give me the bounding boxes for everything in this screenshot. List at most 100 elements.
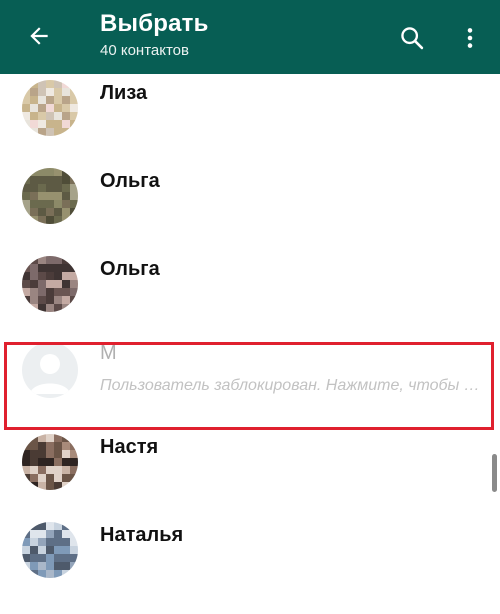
avatar-pixel <box>70 546 78 554</box>
avatar-pixel <box>30 304 38 312</box>
avatar-pixel <box>62 522 70 530</box>
avatar-pixel <box>62 530 70 538</box>
avatar-pixel <box>54 296 62 304</box>
avatar-pixel <box>38 474 46 482</box>
avatar-pixel <box>46 522 54 530</box>
contact-row[interactable]: Наталья <box>0 504 500 592</box>
avatar-pixel <box>46 482 54 490</box>
avatar-pixel <box>54 208 62 216</box>
back-button[interactable] <box>22 19 56 53</box>
contact-row[interactable]: Лиза <box>0 74 500 150</box>
avatar-pixel <box>54 442 62 450</box>
avatar-pixel <box>38 288 46 296</box>
avatar-pixel <box>46 304 54 312</box>
avatar-pixel <box>38 280 46 288</box>
contact-row[interactable]: Ольга <box>0 238 500 326</box>
avatar-pixel <box>54 264 62 272</box>
avatar-pixel <box>38 466 46 474</box>
avatar-pixel <box>30 482 38 490</box>
avatar-pixel <box>62 434 70 442</box>
avatar-pixel <box>46 256 54 264</box>
avatar-pixel <box>54 280 62 288</box>
avatar-pixel <box>30 192 38 200</box>
avatar-pixel <box>54 522 62 530</box>
avatar-pixel <box>70 450 78 458</box>
avatar-pixel <box>62 264 70 272</box>
avatar-pixel <box>22 256 30 264</box>
avatar-pixel <box>38 442 46 450</box>
avatar-pixel <box>62 104 70 112</box>
contact-name: М <box>100 342 117 364</box>
avatar-pixel <box>54 176 62 184</box>
avatar-pixel <box>54 80 62 88</box>
avatar-pixel <box>62 120 70 128</box>
avatar-pixel <box>54 554 62 562</box>
avatar-pixel <box>70 112 78 120</box>
avatar-pixel <box>62 216 70 224</box>
search-button[interactable] <box>392 18 432 58</box>
avatar-pixel <box>38 450 46 458</box>
avatar-pixel <box>62 272 70 280</box>
avatar-pixel <box>62 128 70 136</box>
avatar-pixel <box>54 304 62 312</box>
avatar-pixel <box>22 168 30 176</box>
avatar-pixel <box>62 208 70 216</box>
avatar-pixel <box>46 554 54 562</box>
avatar-pixel <box>22 288 30 296</box>
more-options-button[interactable] <box>450 18 490 58</box>
avatar-pixel <box>22 88 30 96</box>
contact-row[interactable]: Настя <box>0 416 500 504</box>
avatar-pixel <box>46 530 54 538</box>
avatar-pixel <box>38 522 46 530</box>
avatar-pixel <box>38 184 46 192</box>
avatar-pixel <box>62 280 70 288</box>
avatar-pixel <box>30 272 38 280</box>
avatar-pixel <box>22 80 30 88</box>
avatar-pixel <box>38 96 46 104</box>
avatar-pixel <box>70 522 78 530</box>
avatar-pixel <box>30 546 38 554</box>
avatar-pixel <box>46 168 54 176</box>
avatar-pixel <box>54 216 62 224</box>
avatar-pixel <box>30 112 38 120</box>
avatar-pixel <box>46 570 54 578</box>
avatar-pixel <box>62 450 70 458</box>
avatar-pixel <box>70 442 78 450</box>
avatar-pixel <box>46 88 54 96</box>
avatar-pixel <box>62 288 70 296</box>
blocked-contact-row[interactable]: М Пользователь заблокирован. Нажмите, чт… <box>0 328 500 416</box>
avatar-pixel <box>22 482 30 490</box>
contact-list[interactable]: Лиза Ольга Ольга М Пользователь заблокир… <box>0 74 500 614</box>
avatar-pixel <box>70 530 78 538</box>
avatar-pixel <box>38 128 46 136</box>
scrollbar-thumb[interactable] <box>492 454 497 492</box>
avatar-pixel <box>38 264 46 272</box>
avatar-pixel <box>62 88 70 96</box>
avatar-pixel <box>30 458 38 466</box>
avatar-pixel <box>70 256 78 264</box>
avatar-pixel <box>30 256 38 264</box>
avatar-pixel <box>54 530 62 538</box>
avatar-pixel <box>30 474 38 482</box>
avatar-pixel <box>22 120 30 128</box>
avatar-pixel <box>70 208 78 216</box>
avatar-pixel <box>38 458 46 466</box>
avatar-pixel <box>54 288 62 296</box>
avatar-pixel <box>62 296 70 304</box>
avatar-pixel <box>62 96 70 104</box>
avatar-pixel <box>38 80 46 88</box>
contact-row[interactable]: Ольга <box>0 150 500 238</box>
avatar-pixel <box>30 184 38 192</box>
avatar-pixel <box>70 272 78 280</box>
avatar-pixel <box>46 200 54 208</box>
avatar-pixel <box>38 168 46 176</box>
avatar-pixel <box>30 200 38 208</box>
contact-name: Настя <box>100 436 159 458</box>
contact-name: Ольга <box>100 258 160 280</box>
more-vert-icon <box>467 28 473 48</box>
avatar-pixel <box>54 450 62 458</box>
avatar-pixel <box>38 208 46 216</box>
avatar-pixel <box>38 570 46 578</box>
avatar-pixel <box>30 80 38 88</box>
avatar-pixel <box>54 184 62 192</box>
